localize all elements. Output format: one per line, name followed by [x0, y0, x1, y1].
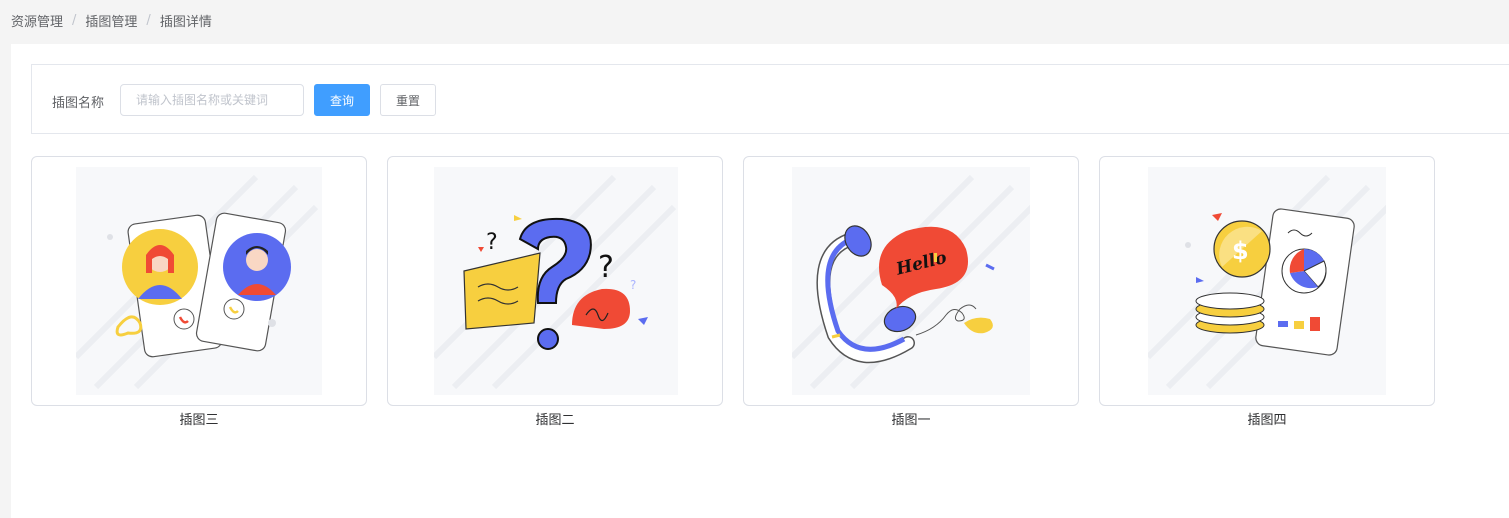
svg-text:$: $	[1232, 237, 1249, 265]
svg-text:?: ?	[598, 250, 614, 285]
svg-text:?: ?	[486, 230, 498, 255]
breadcrumb-illustration-detail: 插图详情	[159, 14, 212, 30]
breadcrumb-resource-management[interactable]: 资源管理	[11, 11, 63, 30]
question-marks-illustration[interactable]: ? ? ?	[434, 167, 678, 395]
card-frame[interactable]: Hello	[743, 156, 1079, 406]
breadcrumb-separator: /	[146, 12, 151, 28]
card-caption: 插图三	[179, 413, 219, 428]
illustration-card[interactable]: 插图三	[31, 156, 367, 428]
card-frame[interactable]: ? ? ?	[387, 156, 723, 406]
video-call-illustration[interactable]	[76, 167, 322, 395]
search-label: 插图名称	[52, 96, 105, 111]
card-caption: 插图四	[1247, 413, 1287, 428]
search-input[interactable]	[120, 84, 304, 116]
breadcrumb: 资源管理 / 插图管理 / 插图详情	[11, 10, 212, 30]
hello-phone-illustration[interactable]: Hello	[792, 167, 1030, 395]
illustration-card[interactable]: Hello 插图一	[743, 156, 1079, 428]
illustration-card[interactable]: $ 插图四	[1099, 156, 1435, 428]
main-content: 插图名称 查询 重置	[11, 44, 1509, 518]
card-caption: 插图二	[535, 413, 575, 428]
query-button[interactable]: 查询	[314, 84, 370, 116]
svg-text:?: ?	[630, 278, 636, 292]
breadcrumb-illustration-management[interactable]: 插图管理	[85, 11, 137, 30]
card-frame[interactable]: $	[1099, 156, 1435, 406]
illustration-card[interactable]: ? ? ? 插图二	[387, 156, 723, 428]
search-panel: 插图名称 查询 重置	[31, 64, 1509, 134]
card-caption: 插图一	[891, 413, 931, 428]
finance-coins-illustration[interactable]: $	[1148, 167, 1386, 395]
breadcrumb-separator: /	[72, 12, 77, 28]
card-frame[interactable]	[31, 156, 367, 406]
reset-button[interactable]: 重置	[380, 84, 436, 116]
